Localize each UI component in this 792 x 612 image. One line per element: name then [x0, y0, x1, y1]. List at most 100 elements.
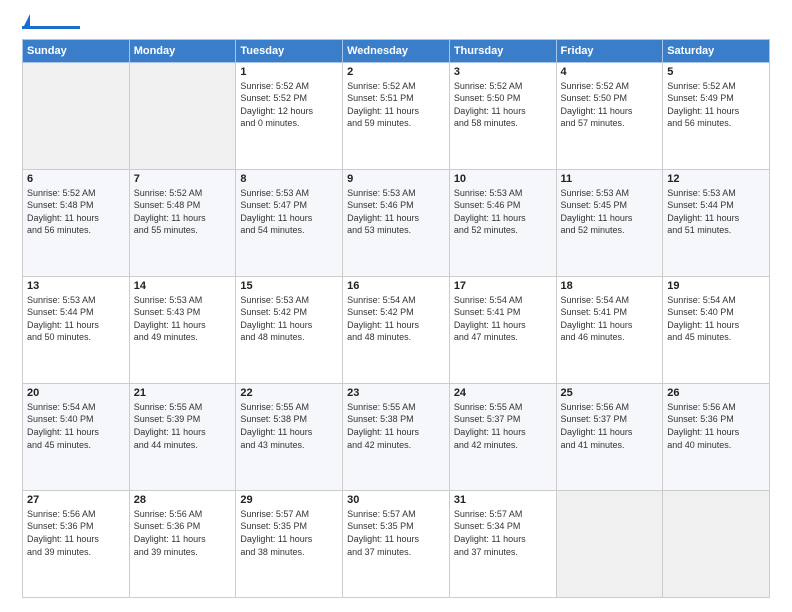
calendar-cell: 22Sunrise: 5:55 AMSunset: 5:38 PMDayligh… — [236, 383, 343, 490]
week-row-1: 1 Sunrise: 5:52 AMSunset: 5:52 PMDaylight… — [23, 62, 770, 169]
day-number: 26 — [667, 387, 765, 399]
calendar-table: SundayMondayTuesdayWednesdayThursdayFrid… — [22, 39, 770, 599]
calendar-cell: 8 Sunrise: 5:53 AMSunset: 5:47 PMDaylight… — [236, 169, 343, 276]
day-info: Sunrise: 5:53 AMSunset: 5:46 PMDaylight:… — [454, 187, 552, 237]
calendar-cell: 4Sunrise: 5:52 AMSunset: 5:50 PMDaylight… — [556, 62, 663, 169]
weekday-header-monday: Monday — [129, 39, 236, 62]
day-info: Sunrise: 5:56 AMSunset: 5:37 PMDaylight:… — [561, 401, 659, 451]
day-number: 31 — [454, 494, 552, 506]
calendar-cell — [129, 62, 236, 169]
day-info: Sunrise: 5:53 AMSunset: 5:45 PMDaylight:… — [561, 187, 659, 237]
calendar-cell: 3 Sunrise: 5:52 AMSunset: 5:50 PMDaylight… — [449, 62, 556, 169]
day-info: Sunrise: 5:52 AMSunset: 5:50 PMDaylight:… — [454, 80, 552, 130]
calendar-cell: 23 Sunrise: 5:55 AMSunset: 5:38 PMDayligh… — [343, 383, 450, 490]
day-number: 27 — [27, 494, 125, 506]
calendar-cell: 6 Sunrise: 5:52 AMSunset: 5:48 PMDaylight… — [23, 169, 130, 276]
week-row-4: 20Sunrise: 5:54 AMSunset: 5:40 PMDayligh… — [23, 383, 770, 490]
header — [22, 18, 770, 29]
day-info: Sunrise: 5:54 AMSunset: 5:40 PMDaylight:… — [667, 294, 765, 344]
day-number: 7 — [134, 173, 232, 185]
calendar-cell: 27 Sunrise: 5:56 AMSunset: 5:36 PMDayligh… — [23, 490, 130, 597]
day-info: Sunrise: 5:53 AMSunset: 5:46 PMDaylight:… — [347, 187, 445, 237]
day-info: Sunrise: 5:55 AMSunset: 5:38 PMDaylight:… — [347, 401, 445, 451]
day-info: Sunrise: 5:52 AMSunset: 5:51 PMDaylight:… — [347, 80, 445, 130]
calendar-cell: 28Sunrise: 5:56 AMSunset: 5:36 PMDayligh… — [129, 490, 236, 597]
day-number: 18 — [561, 280, 659, 292]
day-number: 11 — [561, 173, 659, 185]
day-info: Sunrise: 5:55 AMSunset: 5:39 PMDaylight:… — [134, 401, 232, 451]
day-info: Sunrise: 5:52 AMSunset: 5:48 PMDaylight:… — [27, 187, 125, 237]
calendar-cell: 9 Sunrise: 5:53 AMSunset: 5:46 PMDaylight… — [343, 169, 450, 276]
day-number: 8 — [240, 173, 338, 185]
calendar-cell: 16 Sunrise: 5:54 AMSunset: 5:42 PMDayligh… — [343, 276, 450, 383]
weekday-header-wednesday: Wednesday — [343, 39, 450, 62]
calendar-cell: 21 Sunrise: 5:55 AMSunset: 5:39 PMDayligh… — [129, 383, 236, 490]
day-number: 3 — [454, 66, 552, 78]
day-info: Sunrise: 5:54 AMSunset: 5:41 PMDaylight:… — [561, 294, 659, 344]
day-info: Sunrise: 5:53 AMSunset: 5:44 PMDaylight:… — [27, 294, 125, 344]
day-info: Sunrise: 5:56 AMSunset: 5:36 PMDaylight:… — [134, 508, 232, 558]
day-number: 25 — [561, 387, 659, 399]
calendar-cell: 30Sunrise: 5:57 AMSunset: 5:35 PMDayligh… — [343, 490, 450, 597]
day-number: 17 — [454, 280, 552, 292]
weekday-header-friday: Friday — [556, 39, 663, 62]
week-row-3: 13 Sunrise: 5:53 AMSunset: 5:44 PMDayligh… — [23, 276, 770, 383]
calendar-cell: 7Sunrise: 5:52 AMSunset: 5:48 PMDaylight… — [129, 169, 236, 276]
day-info: Sunrise: 5:54 AMSunset: 5:42 PMDaylight:… — [347, 294, 445, 344]
day-number: 21 — [134, 387, 232, 399]
day-number: 10 — [454, 173, 552, 185]
calendar-cell — [663, 490, 770, 597]
calendar-cell: 25 Sunrise: 5:56 AMSunset: 5:37 PMDayligh… — [556, 383, 663, 490]
calendar-cell: 19 Sunrise: 5:54 AMSunset: 5:40 PMDayligh… — [663, 276, 770, 383]
calendar-page: SundayMondayTuesdayWednesdayThursdayFrid… — [0, 0, 792, 612]
weekday-header-tuesday: Tuesday — [236, 39, 343, 62]
calendar-cell: 2 Sunrise: 5:52 AMSunset: 5:51 PMDaylight… — [343, 62, 450, 169]
calendar-cell: 18 Sunrise: 5:54 AMSunset: 5:41 PMDayligh… — [556, 276, 663, 383]
weekday-header-thursday: Thursday — [449, 39, 556, 62]
day-number: 23 — [347, 387, 445, 399]
day-info: Sunrise: 5:57 AMSunset: 5:35 PMDaylight:… — [240, 508, 338, 558]
calendar-cell: 14Sunrise: 5:53 AMSunset: 5:43 PMDayligh… — [129, 276, 236, 383]
calendar-cell: 20Sunrise: 5:54 AMSunset: 5:40 PMDayligh… — [23, 383, 130, 490]
day-number: 14 — [134, 280, 232, 292]
day-info: Sunrise: 5:57 AMSunset: 5:34 PMDaylight:… — [454, 508, 552, 558]
calendar-cell — [23, 62, 130, 169]
day-number: 4 — [561, 66, 659, 78]
day-info: Sunrise: 5:56 AMSunset: 5:36 PMDaylight:… — [667, 401, 765, 451]
day-number: 15 — [240, 280, 338, 292]
day-info: Sunrise: 5:54 AMSunset: 5:41 PMDaylight:… — [454, 294, 552, 344]
day-info: Sunrise: 5:52 AMSunset: 5:52 PMDaylight:… — [240, 80, 338, 130]
calendar-cell — [556, 490, 663, 597]
day-info: Sunrise: 5:52 AMSunset: 5:49 PMDaylight:… — [667, 80, 765, 130]
week-row-5: 27 Sunrise: 5:56 AMSunset: 5:36 PMDayligh… — [23, 490, 770, 597]
calendar-cell: 1 Sunrise: 5:52 AMSunset: 5:52 PMDaylight… — [236, 62, 343, 169]
calendar-cell: 31 Sunrise: 5:57 AMSunset: 5:34 PMDayligh… — [449, 490, 556, 597]
logo — [22, 18, 82, 29]
day-info: Sunrise: 5:53 AMSunset: 5:47 PMDaylight:… — [240, 187, 338, 237]
weekday-header-row: SundayMondayTuesdayWednesdayThursdayFrid… — [23, 39, 770, 62]
calendar-cell: 11 Sunrise: 5:53 AMSunset: 5:45 PMDayligh… — [556, 169, 663, 276]
day-number: 19 — [667, 280, 765, 292]
week-row-2: 6 Sunrise: 5:52 AMSunset: 5:48 PMDaylight… — [23, 169, 770, 276]
day-number: 13 — [27, 280, 125, 292]
day-number: 30 — [347, 494, 445, 506]
day-number: 1 — [240, 66, 338, 78]
day-info: Sunrise: 5:53 AMSunset: 5:42 PMDaylight:… — [240, 294, 338, 344]
calendar-cell: 24Sunrise: 5:55 AMSunset: 5:37 PMDayligh… — [449, 383, 556, 490]
calendar-cell: 29 Sunrise: 5:57 AMSunset: 5:35 PMDayligh… — [236, 490, 343, 597]
day-number: 2 — [347, 66, 445, 78]
day-number: 6 — [27, 173, 125, 185]
day-info: Sunrise: 5:55 AMSunset: 5:38 PMDaylight:… — [240, 401, 338, 451]
day-info: Sunrise: 5:53 AMSunset: 5:44 PMDaylight:… — [667, 187, 765, 237]
day-info: Sunrise: 5:54 AMSunset: 5:40 PMDaylight:… — [27, 401, 125, 451]
calendar-cell: 15 Sunrise: 5:53 AMSunset: 5:42 PMDayligh… — [236, 276, 343, 383]
day-number: 24 — [454, 387, 552, 399]
calendar-cell: 10 Sunrise: 5:53 AMSunset: 5:46 PMDayligh… — [449, 169, 556, 276]
day-info: Sunrise: 5:56 AMSunset: 5:36 PMDaylight:… — [27, 508, 125, 558]
calendar-cell: 5 Sunrise: 5:52 AMSunset: 5:49 PMDaylight… — [663, 62, 770, 169]
day-number: 5 — [667, 66, 765, 78]
calendar-cell: 12Sunrise: 5:53 AMSunset: 5:44 PMDayligh… — [663, 169, 770, 276]
day-number: 29 — [240, 494, 338, 506]
day-number: 16 — [347, 280, 445, 292]
day-number: 9 — [347, 173, 445, 185]
